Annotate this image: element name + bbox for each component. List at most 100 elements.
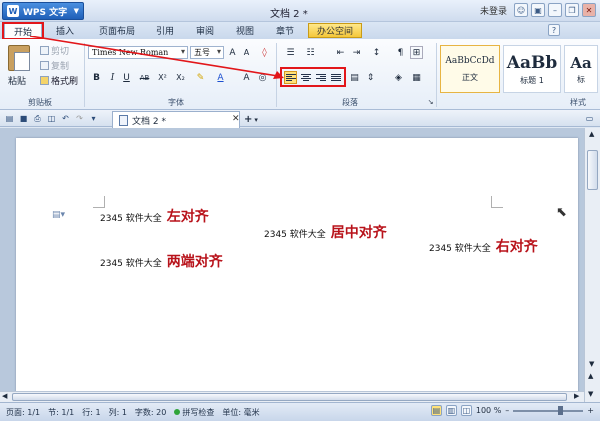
print-icon[interactable]: ⎙ bbox=[32, 113, 43, 124]
increase-indent-icon[interactable]: ⇥ bbox=[350, 46, 363, 59]
zoom-out-icon[interactable]: – bbox=[505, 406, 509, 415]
skin-icon[interactable]: ▣ bbox=[531, 3, 545, 17]
distributed-align-icon[interactable]: ▤ bbox=[348, 71, 361, 84]
help-icon[interactable]: ? bbox=[548, 24, 560, 36]
align-buttons-highlight bbox=[280, 67, 346, 87]
save-icon[interactable]: ■ bbox=[18, 113, 29, 124]
style-heading-1[interactable]: AaBb 标题 1 bbox=[503, 45, 561, 93]
undo-icon[interactable]: ↶ bbox=[60, 113, 71, 124]
restore-panel-icon[interactable]: ▭ bbox=[584, 113, 595, 124]
border-icon[interactable]: ▦ bbox=[410, 71, 423, 84]
format-painter-button[interactable]: 格式刷 bbox=[40, 74, 78, 87]
user-icon[interactable]: ☺ bbox=[514, 3, 528, 17]
tab-reference[interactable]: 引用 bbox=[150, 23, 180, 38]
char-shading-button[interactable]: A bbox=[240, 71, 253, 84]
tab-page-layout[interactable]: 页面布局 bbox=[92, 23, 142, 38]
window-title: 文档 2 * bbox=[270, 9, 308, 20]
status-unit[interactable]: 单位: 毫米 bbox=[222, 407, 259, 418]
quick-access-toolbar: ▤ ■ ⎙ ◫ ↶ ↷ ▾ ▭ bbox=[0, 110, 600, 127]
style-heading-2[interactable]: Aa 标 bbox=[564, 45, 598, 93]
vertical-scrollbar[interactable]: ▲ ▼ ▲ ▼ bbox=[584, 128, 600, 402]
char-border-icon[interactable]: ◎ bbox=[256, 71, 269, 84]
tab-review[interactable]: 审阅 bbox=[190, 23, 220, 38]
numbered-list-icon[interactable]: ☷ bbox=[304, 46, 317, 59]
tab-chapter[interactable]: 章节 bbox=[270, 23, 300, 38]
web-view-icon[interactable]: ◫ bbox=[460, 405, 472, 416]
status-page: 页面: 1/1 bbox=[6, 407, 41, 417]
show-marks-icon[interactable]: ¶ bbox=[394, 46, 407, 59]
horizontal-scroll-thumb[interactable] bbox=[12, 393, 567, 401]
toolbar-chevron-icon[interactable]: ▾ bbox=[88, 113, 99, 124]
line-spacing-icon[interactable]: ⇕ bbox=[364, 71, 377, 84]
strikethrough-button[interactable]: AB bbox=[138, 71, 151, 84]
app-menu-button[interactable]: W WPS 文字 ▼ bbox=[2, 2, 84, 20]
paragraph-handle-icon[interactable]: ▤▾ bbox=[52, 210, 65, 220]
restore-button[interactable]: ❐ bbox=[565, 3, 579, 17]
sort-icon[interactable]: ↕ bbox=[370, 46, 383, 59]
brush-icon bbox=[40, 76, 49, 85]
line-justify: 2345 软件大全 两端对齐 bbox=[100, 254, 223, 270]
subscript-button[interactable]: X₂ bbox=[174, 71, 187, 84]
decrease-indent-icon[interactable]: ⇤ bbox=[334, 46, 347, 59]
spell-check-toggle[interactable]: 拼写检查 bbox=[174, 407, 214, 418]
status-col: 列: 1 bbox=[108, 407, 127, 417]
redo-icon[interactable]: ↷ bbox=[74, 113, 85, 124]
print-preview-icon[interactable]: ◫ bbox=[46, 113, 57, 124]
mouse-cursor-icon: ⬉ bbox=[556, 205, 567, 220]
close-tab-icon[interactable]: ✕ bbox=[232, 114, 240, 124]
grow-font-button[interactable]: A bbox=[226, 46, 239, 59]
document-page[interactable]: ▤▾ 2345 软件大全 左对齐 2345 软件大全 居中对齐 2345 软件大… bbox=[16, 138, 578, 400]
font-family-select[interactable]: Times New Roman bbox=[88, 46, 188, 59]
prev-page-icon[interactable]: ▲ bbox=[588, 372, 593, 380]
font-size-select[interactable]: 五号 bbox=[190, 46, 224, 59]
status-words[interactable]: 字数: 20 bbox=[135, 407, 166, 418]
home-tab-highlight bbox=[2, 22, 44, 40]
vertical-scroll-thumb[interactable] bbox=[587, 150, 598, 190]
outline-view-icon[interactable]: ▥ bbox=[445, 405, 457, 416]
app-name: WPS 文字 bbox=[23, 7, 68, 18]
superscript-button[interactable]: X² bbox=[156, 71, 169, 84]
zoom-slider[interactable] bbox=[513, 405, 584, 415]
line-left-align: 2345 软件大全 左对齐 bbox=[100, 209, 209, 225]
next-page-icon[interactable]: ▼ bbox=[588, 390, 593, 398]
scroll-up-icon[interactable]: ▲ bbox=[589, 130, 594, 138]
document-icon bbox=[119, 114, 128, 126]
underline-button[interactable]: U bbox=[120, 71, 133, 84]
close-button[interactable]: ✕ bbox=[582, 3, 596, 17]
scroll-down-icon[interactable]: ▼ bbox=[589, 360, 594, 368]
cut-button[interactable]: 剪切 bbox=[40, 44, 69, 57]
minimize-button[interactable]: – bbox=[548, 3, 562, 17]
zoom-control: ▤ ▥ ◫ 100 % – + bbox=[430, 405, 594, 416]
style-normal[interactable]: AaBbCcDd 正文 bbox=[440, 45, 500, 93]
login-link[interactable]: 未登录 bbox=[480, 4, 507, 17]
line-center-align: 2345 软件大全 居中对齐 bbox=[264, 225, 387, 241]
font-color-button[interactable]: A bbox=[214, 71, 227, 84]
page-view-icon[interactable]: ▤ bbox=[430, 405, 442, 416]
tab-view[interactable]: 视图 bbox=[230, 23, 260, 38]
bold-button[interactable]: B bbox=[90, 71, 103, 84]
clear-format-icon[interactable]: ◊ bbox=[258, 46, 271, 59]
shrink-font-button[interactable]: A bbox=[240, 46, 253, 59]
status-section: 节: 1/1 bbox=[48, 407, 75, 417]
tab-office-space[interactable]: 办公空间 bbox=[308, 23, 362, 38]
bullet-list-icon[interactable]: ☰ bbox=[284, 46, 297, 59]
table-icon[interactable]: ⊞ bbox=[410, 46, 423, 59]
new-tab-button[interactable]: + ▾ bbox=[244, 113, 264, 126]
margin-corner bbox=[491, 196, 503, 208]
paste-label[interactable]: 粘贴 bbox=[8, 74, 26, 87]
italic-button[interactable]: I bbox=[106, 71, 119, 84]
chevron-down-icon: ▾ bbox=[254, 115, 258, 124]
font-group-label: 字体 bbox=[168, 98, 184, 107]
zoom-in-icon[interactable]: + bbox=[587, 406, 594, 415]
horizontal-scrollbar[interactable]: ◀ ▶ bbox=[0, 391, 584, 402]
copy-button[interactable]: 复制 bbox=[40, 59, 69, 72]
open-icon[interactable]: ▤ bbox=[4, 113, 15, 124]
tab-insert[interactable]: 插入 bbox=[48, 23, 82, 38]
highlight-icon[interactable]: ✎ bbox=[194, 71, 207, 84]
scroll-right-icon[interactable]: ▶ bbox=[574, 392, 579, 400]
scroll-left-icon[interactable]: ◀ bbox=[2, 392, 7, 400]
paste-icon[interactable] bbox=[8, 45, 30, 71]
shading-icon[interactable]: ◈ bbox=[392, 71, 405, 84]
document-tab[interactable]: 文档 2 * bbox=[112, 111, 240, 128]
zoom-level[interactable]: 100 % bbox=[476, 406, 501, 415]
